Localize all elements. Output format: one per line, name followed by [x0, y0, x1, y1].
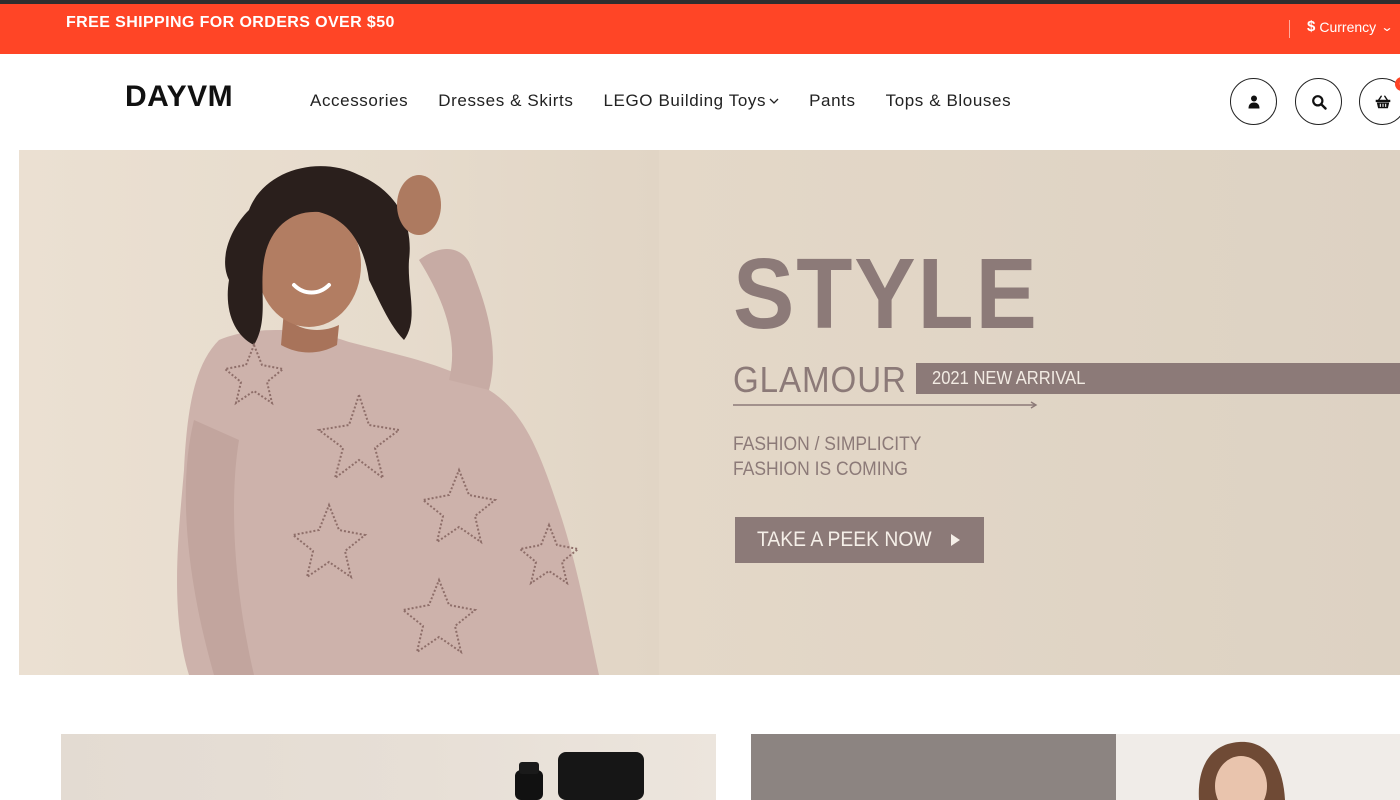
- nav-item-accessories[interactable]: Accessories: [310, 91, 408, 111]
- announcement-bar: FREE SHIPPING FOR ORDERS OVER $50 $ Curr…: [0, 4, 1400, 54]
- nav-item-pants[interactable]: Pants: [809, 91, 855, 111]
- nav-label: LEGO Building Toys: [603, 91, 767, 110]
- currency-label: Currency: [1319, 18, 1377, 35]
- nav-label: Accessories: [310, 91, 409, 110]
- hero-subtitle: GLAMOUR: [733, 359, 907, 400]
- take-a-peek-button[interactable]: TAKE A PEEK NOW: [735, 517, 984, 563]
- promo-card-right[interactable]: [751, 734, 1400, 800]
- hero-tag-text: 2021 NEW ARRIVAL: [932, 368, 1086, 388]
- cart-count-badge: 0: [1395, 77, 1400, 91]
- search-button[interactable]: [1295, 78, 1342, 125]
- main-nav: Accessories Dresses & Skirts LEGO Buildi…: [310, 91, 1011, 111]
- nav-item-dresses-skirts[interactable]: Dresses & Skirts: [438, 91, 573, 111]
- arrow-line-icon: [733, 401, 1038, 409]
- site-logo[interactable]: DAYVM: [125, 80, 233, 114]
- cta-label: TAKE A PEEK NOW: [757, 528, 932, 551]
- hero-tag-band: 2021 NEW ARRIVAL: [916, 363, 1400, 394]
- hero-banner[interactable]: STYLE GLAMOUR 2021 NEW ARRIVAL FASHION /…: [19, 150, 1400, 675]
- cart-button[interactable]: 0: [1359, 77, 1400, 125]
- divider: [1289, 20, 1290, 38]
- nav-label: Pants: [809, 91, 856, 110]
- site-header: DAYVM Accessories Dresses & Skirts LEGO …: [0, 54, 1400, 148]
- hero-line-2: FASHION IS COMING: [733, 459, 908, 480]
- announcement-text: FREE SHIPPING FOR ORDERS OVER $50: [66, 14, 395, 31]
- hero-description: FASHION / SIMPLICITY FASHION IS COMING: [733, 432, 921, 482]
- search-icon: [1311, 94, 1327, 110]
- currency-selector[interactable]: $ Currency ⌄: [1307, 18, 1394, 35]
- model-portrait-image: [1198, 741, 1285, 800]
- promo-card-left[interactable]: [61, 734, 716, 800]
- hero-title: STYLE: [733, 238, 1039, 350]
- chevron-down-icon: [769, 97, 779, 108]
- nav-label: Tops & Blouses: [885, 91, 1012, 110]
- model-photo: [177, 166, 599, 675]
- product-bottles-image: [515, 752, 644, 800]
- user-icon: [1248, 95, 1259, 108]
- play-arrow-icon: [951, 534, 960, 546]
- basket-icon: [1375, 95, 1390, 108]
- hero-line-1: FASHION / SIMPLICITY: [733, 434, 922, 455]
- nav-item-lego-building-toys[interactable]: LEGO Building Toys: [603, 91, 779, 111]
- dollar-icon: $: [1307, 18, 1316, 35]
- nav-label: Dresses & Skirts: [438, 91, 574, 110]
- chevron-down-icon: ⌄: [1380, 19, 1394, 34]
- account-button[interactable]: [1230, 78, 1277, 125]
- nav-item-tops-blouses[interactable]: Tops & Blouses: [886, 91, 1012, 111]
